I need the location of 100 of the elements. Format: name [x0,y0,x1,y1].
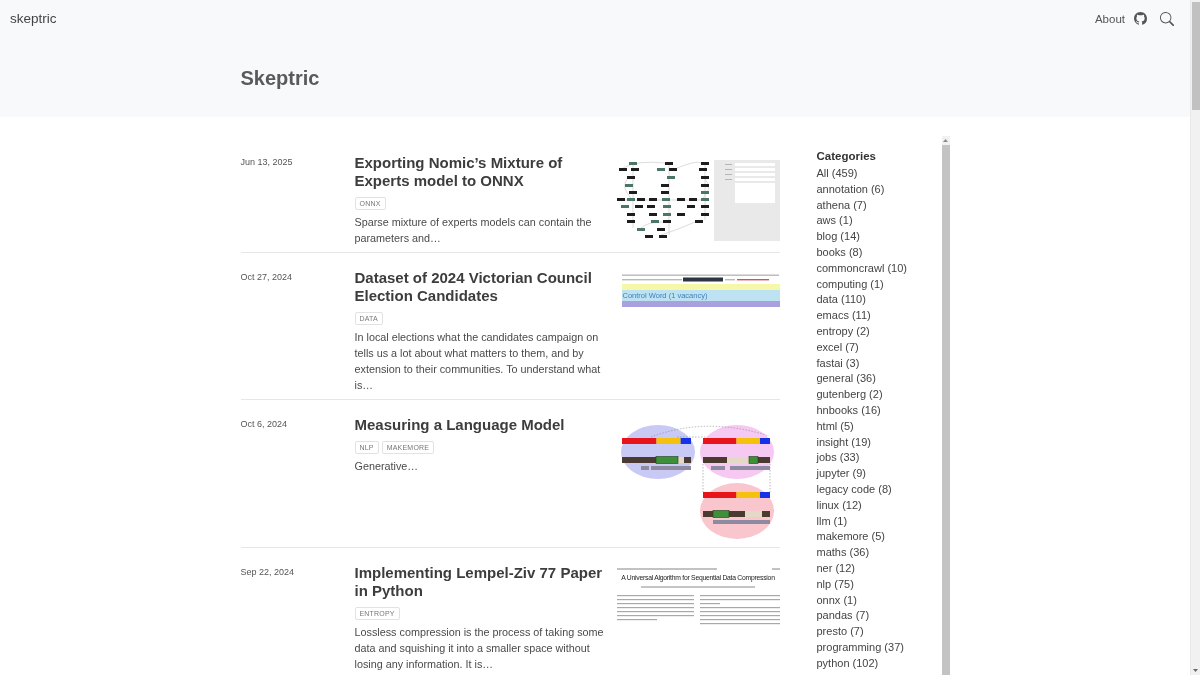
category-link[interactable]: html (5) [816,418,854,435]
graph-node [646,205,655,208]
category-link[interactable]: aws (1) [816,213,853,230]
graph-node [700,184,709,187]
graph-node [636,228,645,231]
category-link[interactable]: makemore (5) [816,529,885,546]
graph-node [668,168,677,171]
category-link[interactable]: blog (14) [816,229,860,245]
field-label-line [724,164,732,165]
graph-node [694,220,703,223]
categories-heading: Categories [816,149,876,163]
category-link[interactable]: emacs (11) [816,308,871,324]
category-link[interactable]: gutenberg (2) [816,387,883,403]
category-link[interactable]: data (110) [816,292,866,309]
post-summary: Generative… [354,459,419,474]
graph-node [686,205,695,208]
post-date: Oct 6, 2024 [240,418,288,430]
graph-edge [676,161,701,169]
post-summary: Lossless compression is the process of taking some data and squishing it into a smaller space without losing any information. It is… [354,625,605,672]
graph-node [664,162,673,165]
category-link[interactable]: hnbooks (16) [816,402,881,419]
scrollbar-thumb[interactable] [1191,2,1200,110]
category-link[interactable]: insight (19) [816,434,871,451]
category-link[interactable]: legacy code (8) [816,481,892,498]
category-link[interactable]: nlp (75) [816,576,854,593]
graph-node [676,213,685,216]
category-link[interactable]: maths (36) [816,545,870,561]
search-icon[interactable] [1160,11,1174,26]
graph-node [700,205,709,208]
graph-node [700,213,709,216]
category-link[interactable]: linux (12) [816,497,862,514]
category-link[interactable]: general (36) [816,371,876,388]
category-link[interactable]: fastai (3) [816,355,860,372]
graph-node [662,220,671,223]
graph-node [630,168,639,171]
category-link[interactable]: excel (7) [816,339,859,356]
category-link[interactable]: pandas (7) [816,608,870,625]
post-title-link[interactable]: Implementing Lempel-Ziv 77 Paper in Python [354,564,613,600]
category-link[interactable]: jobs (33) [816,450,860,467]
category-link[interactable]: programming (37) [816,639,904,656]
category-link[interactable]: python (102) [816,655,879,672]
site-brand-link[interactable]: skeptric [10,9,57,28]
category-link[interactable]: athena (7) [816,197,867,214]
post-title-link[interactable]: Exporting Nomic’s Mixture of Experts model to ONNX [354,154,613,190]
graph-node [676,198,685,201]
graph-node [700,176,709,179]
category-link[interactable]: entropy (2) [816,323,870,340]
graph-node [628,191,637,194]
category-link[interactable]: books (8) [816,245,863,261]
graph-node [700,198,709,201]
category-link[interactable]: annotation (6) [816,181,885,198]
graph-node [661,198,670,201]
graph-node [658,235,667,238]
graph-node [634,205,643,208]
graph-node [700,191,709,194]
page-scrollbar[interactable] [1190,0,1200,675]
graph-node [626,220,635,223]
graph-node [700,162,709,165]
category-link[interactable]: commoncrawl (10) [816,260,907,277]
graph-node [656,228,665,231]
category-link[interactable]: computing (1) [816,276,884,293]
graph-node [698,168,707,171]
scroll-up-icon[interactable] [943,139,948,142]
graph-node [628,162,637,165]
graph-node [656,168,665,171]
graph-node [660,191,669,194]
graph-node [650,220,659,223]
post-summary: Sparse mixture of experts models can contain the parameters and… [354,215,593,246]
graph-node [660,184,669,187]
category-link[interactable]: All (459) [816,166,858,182]
graph-node [618,168,627,171]
about-link[interactable]: About [1094,10,1125,27]
field-label-line [724,174,732,175]
graph-node [624,184,633,187]
graph-node [626,176,635,179]
post-title-link[interactable]: Measuring a Language Model [354,416,565,434]
scroll-down-icon[interactable] [1193,669,1198,672]
graph-node [666,176,675,179]
field-label-line [724,179,732,180]
graph-node [626,213,635,216]
graph-node [644,235,653,238]
github-icon[interactable] [1134,12,1147,25]
post-date: Sep 22, 2024 [240,566,295,578]
category-link[interactable]: llm (1) [816,513,848,530]
graph-node [688,198,697,201]
category-link[interactable]: presto (7) [816,624,864,640]
graph-node [662,205,671,208]
category-link[interactable]: onnx (1) [816,592,857,609]
post-summary: In local elections what the candidates campaign on tells us a lot about what matters to them, and by extension to their communities. To understand what is… [354,330,602,393]
post-date: Oct 27, 2024 [240,271,293,283]
graph-node [648,198,657,201]
category-link[interactable]: jupyter (9) [816,466,867,482]
category-link[interactable]: ner (12) [816,560,856,577]
post-title-link[interactable]: Dataset of 2024 Victorian Council Election Candidates [354,269,613,305]
graph-node [648,213,657,216]
field-label-line [724,169,732,170]
post-date: Jun 13, 2025 [240,156,293,168]
graph-node [662,213,671,216]
graph-node [620,205,629,208]
site-title: Skeptric [240,66,320,90]
